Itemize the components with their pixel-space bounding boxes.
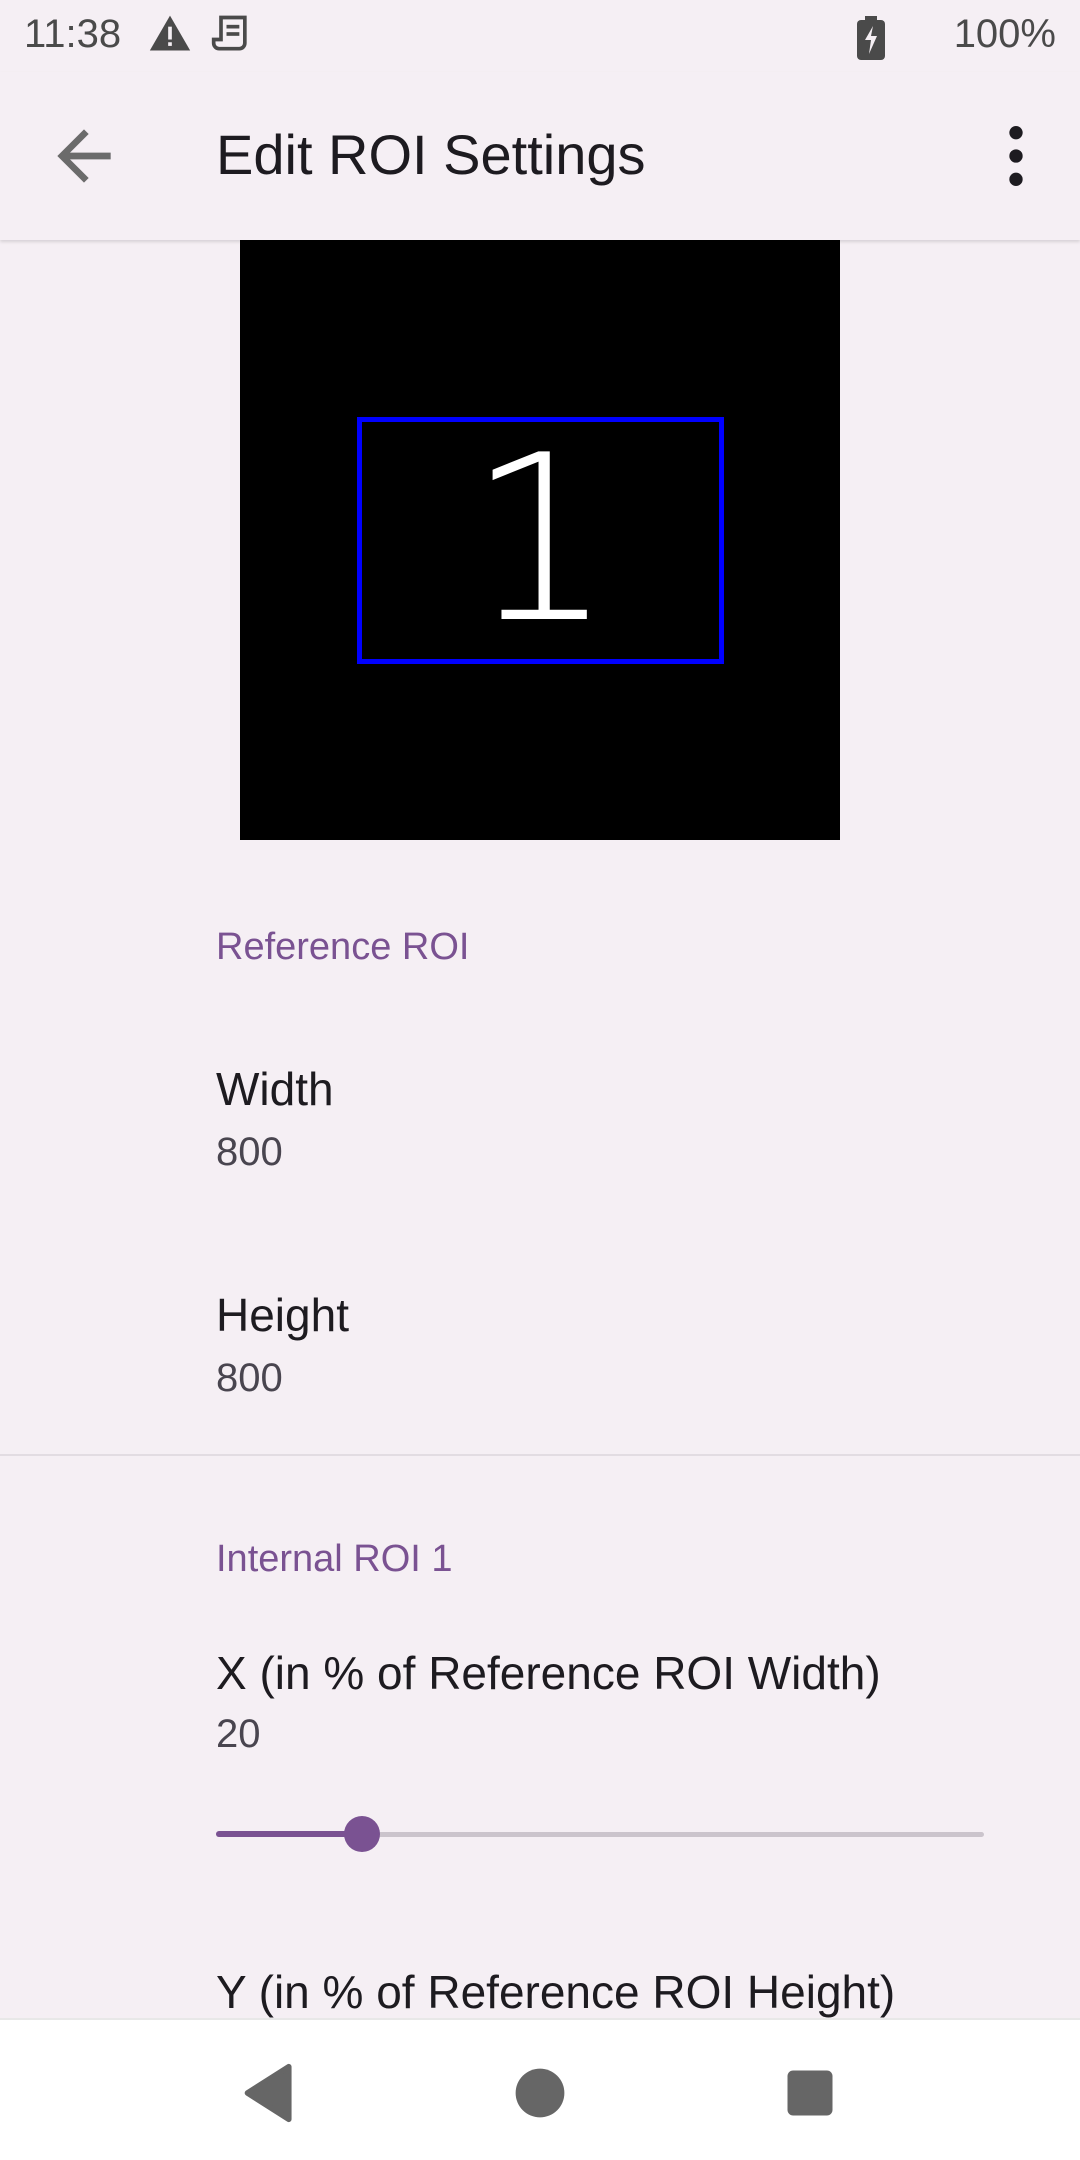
status-bar: 11:38 100% — [0, 0, 1080, 72]
slider-thumb[interactable] — [344, 1816, 380, 1852]
roi-preview: 1 — [240, 240, 840, 840]
pref-height-title: Height — [216, 1289, 349, 1341]
pref-width-value: 800 — [216, 1130, 283, 1174]
section-divider — [0, 1454, 1080, 1456]
battery-charging-icon — [857, 16, 885, 65]
back-button[interactable] — [44, 116, 124, 196]
section-header-internal-roi-1: Internal ROI 1 — [216, 1538, 453, 1580]
nav-recents-icon — [787, 2070, 833, 2116]
pref-width-title: Width — [216, 1063, 334, 1115]
page-title: Edit ROI Settings — [216, 123, 646, 186]
slider-active-track — [216, 1831, 362, 1837]
nav-home-icon — [515, 2068, 565, 2118]
nav-back-icon — [244, 2063, 292, 2123]
pref-x-value: 20 — [216, 1712, 261, 1756]
more-options-button[interactable] — [976, 116, 1056, 196]
pref-height-value: 800 — [216, 1356, 283, 1400]
status-time: 11:38 — [24, 12, 122, 56]
pref-x-title: X (in % of Reference ROI Width) — [216, 1647, 881, 1699]
warning-icon — [148, 12, 192, 61]
receipt-icon — [210, 12, 254, 61]
roi-label: 1 — [467, 406, 614, 674]
section-header-reference-roi: Reference ROI — [216, 926, 470, 968]
internal-roi-rect: 1 — [357, 417, 724, 664]
navigation-bar — [0, 2018, 1080, 2160]
app-bar: Edit ROI Settings — [0, 72, 1080, 240]
nav-back-button[interactable] — [225, 2048, 315, 2138]
pref-y-title[interactable]: Y (in % of Reference ROI Height) — [216, 1965, 895, 2019]
x-slider[interactable] — [216, 1810, 984, 1858]
battery-percent: 100% — [953, 12, 1056, 56]
more-vert-icon — [1009, 126, 1023, 186]
back-arrow-icon — [57, 129, 111, 183]
nav-recents-button[interactable] — [765, 2048, 855, 2138]
nav-home-button[interactable] — [495, 2048, 585, 2138]
